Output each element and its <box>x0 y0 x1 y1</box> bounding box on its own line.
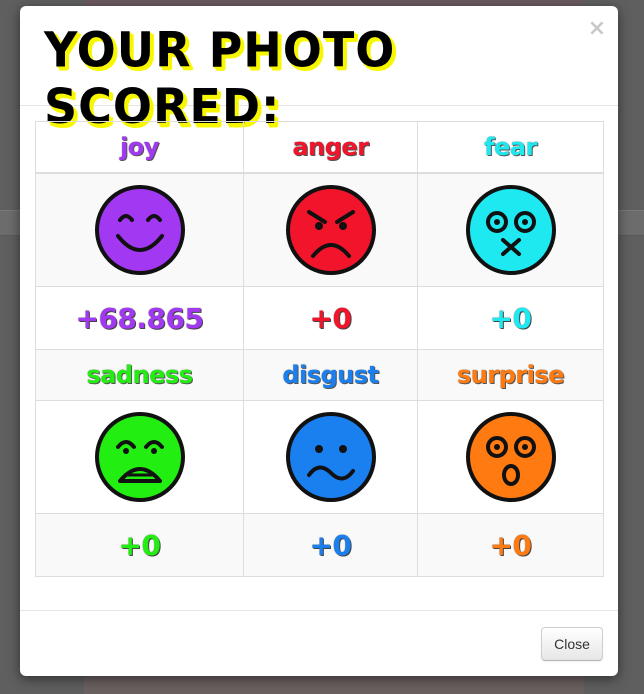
modal-title: YOUR PHOTO SCORED: <box>44 21 396 135</box>
emotion-label-surprise: surprise <box>456 361 565 389</box>
emotion-score-fear: +0 <box>489 301 532 335</box>
fearful-face-icon <box>465 184 557 276</box>
label-row: sadness disgust surprise <box>35 349 604 401</box>
modal-footer: Close <box>20 610 618 676</box>
score-modal: YOUR PHOTO SCORED: × joy anger fear +68.… <box>20 6 618 676</box>
emotion-label-disgust: disgust <box>282 361 379 389</box>
emotion-cell-joy: joy <box>35 121 244 174</box>
sad-face-icon <box>94 411 186 503</box>
emotion-score-disgust: +0 <box>309 528 352 562</box>
emotion-label-sadness: sadness <box>86 361 193 389</box>
emotion-cell-fear: fear <box>417 121 604 174</box>
angry-face-icon <box>285 184 377 276</box>
emotion-score-sadness: +0 <box>118 528 161 562</box>
emotion-label-fear: fear <box>484 133 537 161</box>
label-row: joy anger fear <box>35 121 604 174</box>
surprised-face-icon <box>465 411 557 503</box>
modal-body: joy anger fear +68.865 +0 +0 sadness dis… <box>35 121 604 577</box>
emotion-score-surprise: +0 <box>489 528 532 562</box>
score-row: +0 +0 +0 <box>35 513 604 577</box>
emotion-score-anger: +0 <box>309 301 352 335</box>
emotion-label-joy: joy <box>120 133 159 161</box>
close-button[interactable]: Close <box>541 627 603 661</box>
face-row <box>35 400 604 514</box>
emotion-score-table: joy anger fear +68.865 +0 +0 sadness dis… <box>35 121 604 577</box>
happy-face-icon <box>94 184 186 276</box>
emotion-cell-anger: anger <box>243 121 418 174</box>
emotion-label-anger: anger <box>292 133 369 161</box>
score-row: +68.865 +0 +0 <box>35 286 604 350</box>
emotion-score-joy: +68.865 <box>75 301 204 335</box>
modal-header: YOUR PHOTO SCORED: × <box>20 6 618 135</box>
disgusted-face-icon <box>285 411 377 503</box>
close-icon[interactable]: × <box>586 18 608 40</box>
face-row <box>35 172 604 287</box>
